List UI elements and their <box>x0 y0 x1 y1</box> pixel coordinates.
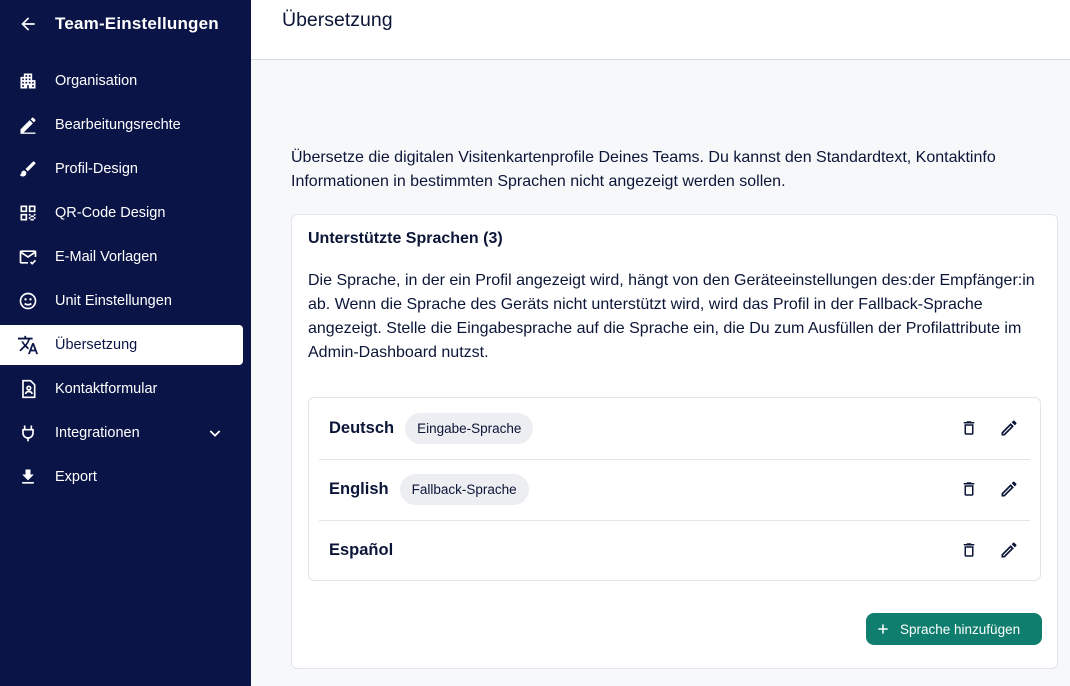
edit-icon[interactable] <box>997 477 1020 500</box>
edit-icon[interactable] <box>997 538 1020 561</box>
delete-icon[interactable] <box>957 477 980 500</box>
sidebar-item-organisation[interactable]: Organisation <box>0 61 243 101</box>
sidebar-item-label: QR-Code Design <box>55 205 166 221</box>
language-name: Español <box>329 541 394 559</box>
sidebar-item-unit-einstellungen[interactable]: Unit Einstellungen <box>0 281 243 321</box>
sidebar-item-label: Bearbeitungsrechte <box>55 117 181 133</box>
sidebar-item-kontaktformular[interactable]: Kontaktformular <box>0 369 243 409</box>
chevron-down-icon[interactable] <box>205 423 225 443</box>
main-content: Übersetze die digitalen Visitenkartenpro… <box>251 60 1070 686</box>
intro-line: Übersetze die digitalen Visitenkartenpro… <box>291 149 996 166</box>
supported-languages-card: Unterstützte Sprachen (3) Die Sprache, i… <box>291 214 1058 669</box>
plus-icon <box>876 622 890 636</box>
mail-check-icon <box>17 246 39 268</box>
delete-icon[interactable] <box>957 538 980 561</box>
edit-icon[interactable] <box>997 416 1020 439</box>
plug-icon <box>17 422 39 444</box>
page-title: Übersetzung <box>282 9 393 31</box>
edit-pen-icon <box>17 114 39 136</box>
language-name: Deutsch <box>329 419 395 437</box>
contact-form-icon <box>17 378 39 400</box>
sidebar-item-label: Übersetzung <box>55 337 138 353</box>
sidebar-item-uebersetzung[interactable]: Übersetzung <box>0 325 243 365</box>
language-list: Deutsch Eingabe-Sprache English Fallback… <box>308 397 1041 581</box>
download-icon <box>17 466 39 488</box>
sidebar-title: Team-Einstellungen <box>55 14 219 33</box>
sidebar-item-bearbeitungsrechte[interactable]: Bearbeitungsrechte <box>0 105 243 145</box>
language-row: Español <box>309 520 1040 581</box>
sidebar-item-label: Export <box>55 469 97 485</box>
row-actions <box>957 538 1020 561</box>
qr-code-icon <box>17 202 39 224</box>
brush-icon <box>17 158 39 180</box>
sidebar-item-label: Kontaktformular <box>55 381 158 397</box>
intro-text: Übersetze die digitalen Visitenkartenpro… <box>291 146 1070 194</box>
top-bar: Übersetzung <box>251 0 1070 60</box>
translate-icon <box>17 334 39 356</box>
sidebar-item-label: Organisation <box>55 73 138 89</box>
face-icon <box>17 290 39 312</box>
sidebar-item-e-mail-vorlagen[interactable]: E-Mail Vorlagen <box>0 237 243 277</box>
sidebar-item-label: Unit Einstellungen <box>55 293 172 309</box>
row-actions <box>957 416 1020 439</box>
fallback-language-badge: Fallback-Sprache <box>399 474 529 505</box>
language-name: English <box>329 480 389 498</box>
sidebar: Team-Einstellungen Organisation Bearbeit… <box>0 0 251 686</box>
language-row: English Fallback-Sprache <box>309 459 1040 520</box>
sidebar-item-label: Profil-Design <box>55 161 138 177</box>
card-title: Unterstützte Sprachen (3) <box>308 230 503 247</box>
sidebar-item-profil-design[interactable]: Profil-Design <box>0 149 243 189</box>
language-row: Deutsch Eingabe-Sprache <box>309 398 1040 459</box>
sidebar-item-label: E-Mail Vorlagen <box>55 249 158 265</box>
add-language-button[interactable]: Sprache hinzufügen <box>866 613 1042 645</box>
sidebar-item-export[interactable]: Export <box>0 457 243 497</box>
sidebar-item-qr-code-design[interactable]: QR-Code Design <box>0 193 243 233</box>
intro-line: Informationen in bestimmten Sprachen nic… <box>291 173 786 190</box>
sidebar-item-label: Integrationen <box>55 425 140 441</box>
building-icon <box>17 70 39 92</box>
sidebar-nav: Organisation Bearbeitungsrechte Profil-D… <box>0 61 251 497</box>
add-language-label: Sprache hinzufügen <box>900 621 1021 637</box>
delete-icon[interactable] <box>957 416 980 439</box>
card-description: Die Sprache, in der ein Profil angezeigt… <box>308 272 1035 361</box>
sidebar-item-integrationen[interactable]: Integrationen <box>0 413 243 453</box>
row-actions <box>957 477 1020 500</box>
sidebar-header: Team-Einstellungen <box>0 0 251 48</box>
arrow-left-icon[interactable] <box>17 13 39 35</box>
input-language-badge: Eingabe-Sprache <box>405 413 534 444</box>
